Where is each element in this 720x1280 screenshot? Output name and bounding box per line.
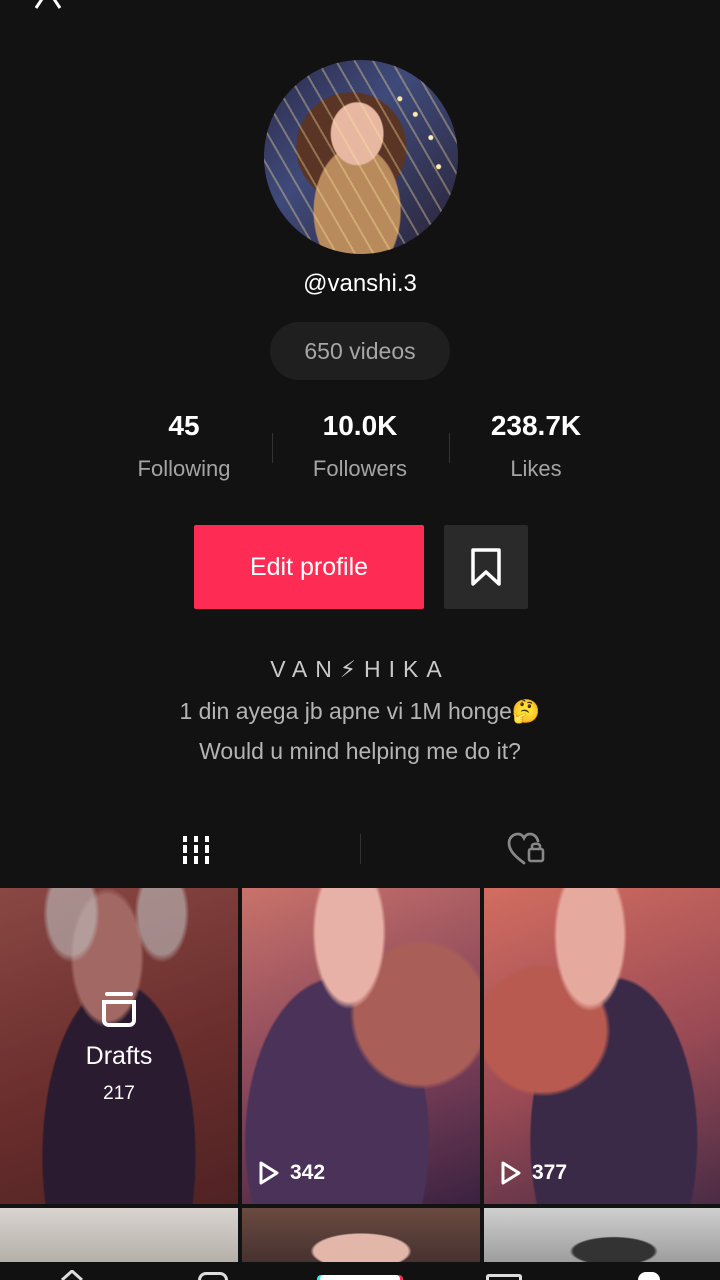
bio-name: VAN⚡HIKA — [270, 656, 450, 682]
drafts-count: 217 — [103, 1083, 135, 1104]
video-thumbnail[interactable] — [242, 888, 480, 1204]
person-add-icon[interactable] — [30, 0, 70, 10]
view-count-value: 377 — [532, 1161, 568, 1184]
view-count: 342 — [258, 1160, 325, 1186]
profile-avatar[interactable] — [264, 60, 458, 254]
videos-count-badge: 650 videos — [270, 322, 450, 380]
view-count-value: 342 — [290, 1161, 326, 1184]
view-count: 377 — [500, 1160, 567, 1186]
favorites-button[interactable] — [444, 525, 528, 609]
drafts-label: Drafts — [85, 1042, 153, 1070]
bookmark-icon — [471, 548, 501, 586]
heart-lock-icon — [507, 832, 545, 865]
stat-likes[interactable]: 238.7K Likes — [466, 410, 606, 482]
tab-videos[interactable] — [170, 830, 222, 870]
me-icon[interactable] — [638, 1272, 660, 1280]
play-icon — [259, 1161, 279, 1185]
home-icon[interactable] — [60, 1270, 84, 1280]
bio-text-line: Would u mind helping me do it? — [199, 738, 521, 764]
play-icon — [501, 1161, 521, 1185]
followers-label: Followers — [312, 456, 408, 481]
username: @vanshi.3 — [303, 270, 417, 297]
grid-bars-icon — [183, 836, 209, 864]
video-thumbnail[interactable] — [484, 888, 720, 1204]
followers-count: 10.0K — [322, 410, 398, 441]
discover-icon[interactable] — [198, 1272, 228, 1280]
stat-divider — [449, 433, 450, 463]
drafts-icon — [102, 992, 136, 1027]
inbox-icon[interactable] — [486, 1274, 522, 1280]
tab-liked-videos[interactable] — [500, 828, 552, 870]
following-label: Following — [137, 456, 231, 481]
bio-text-line: 1 din ayega jb apne vi 1M honge🤔 — [179, 698, 541, 724]
edit-profile-button[interactable]: Edit profile — [194, 525, 424, 609]
following-count: 45 — [168, 410, 200, 441]
likes-count: 238.7K — [490, 410, 582, 441]
create-icon[interactable] — [320, 1275, 400, 1280]
stat-following[interactable]: 45 Following — [114, 410, 254, 482]
drafts-overlay[interactable]: Drafts 217 — [0, 988, 238, 1105]
likes-label: Likes — [510, 456, 562, 481]
stat-divider — [272, 433, 273, 463]
stat-followers[interactable]: 10.0K Followers — [290, 410, 430, 482]
tab-divider — [360, 834, 361, 864]
